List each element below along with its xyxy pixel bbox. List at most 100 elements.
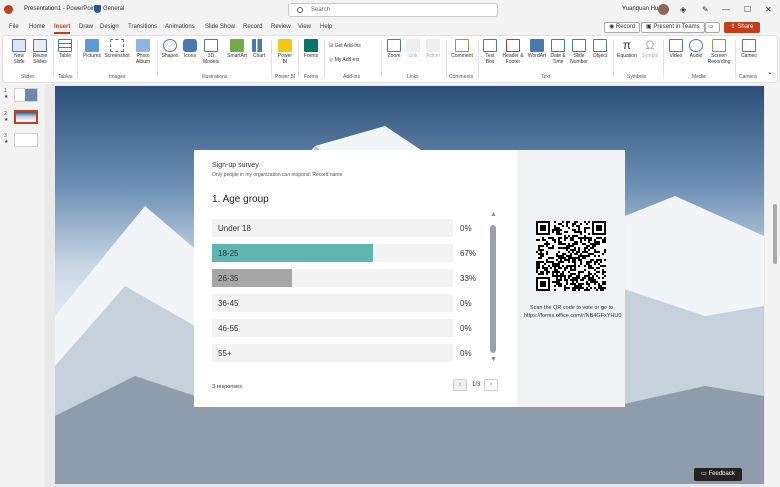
tab-review[interactable]: Review	[271, 24, 291, 30]
scroll-up-icon[interactable]: ▲	[490, 211, 497, 218]
survey-subtitle: Only people in my organization can respo…	[212, 172, 343, 178]
group-label: Images	[109, 74, 126, 80]
chart-button[interactable]: Chart	[250, 39, 268, 59]
group-label: Illustrations	[202, 74, 228, 80]
screen-recording-button[interactable]: Screen Recording	[706, 39, 732, 65]
search-box[interactable]: Search	[288, 3, 498, 17]
pictures-button[interactable]: Pictures	[81, 39, 103, 59]
slide-thumbnail-2[interactable]	[14, 110, 38, 124]
avatar[interactable]	[658, 4, 669, 15]
divider	[478, 40, 479, 78]
divider	[381, 40, 382, 78]
forms-button[interactable]: Forms	[301, 39, 321, 59]
tab-draw[interactable]: Draw	[79, 24, 93, 30]
comments-icon[interactable]: ▭	[705, 22, 720, 33]
scrollbar[interactable]	[490, 225, 496, 353]
present-in-teams-button[interactable]: ▣ Present in Teams	[641, 22, 705, 33]
sensitivity-label[interactable]: General	[103, 6, 124, 12]
new-slide-button[interactable]: New Slide	[9, 39, 29, 65]
search-placeholder: Search	[311, 7, 331, 13]
cameo-label: Cameo	[740, 53, 758, 59]
group-label: Camera	[739, 74, 757, 80]
slide-thumbnail-1[interactable]	[14, 88, 38, 102]
tab-insert[interactable]: Insert	[54, 24, 70, 30]
photo-album-button[interactable]: Photo Album	[132, 39, 154, 65]
shapes-label: Shapes	[161, 53, 179, 59]
video-label: Video	[669, 53, 683, 59]
header-footer-button[interactable]: Header & Footer	[501, 39, 525, 65]
photo-album-label: Photo Album	[135, 53, 151, 65]
previous-page-button[interactable]: ‹	[453, 379, 467, 391]
reuse-slides-label: Reuse Slides	[32, 53, 48, 65]
video-icon	[669, 39, 683, 52]
powerpoint-logo-icon	[4, 5, 13, 14]
option-row: Under 18	[212, 219, 453, 237]
table-button[interactable]: Table	[56, 39, 74, 59]
tab-animations[interactable]: Animations	[165, 24, 195, 30]
forms-poll-card[interactable]: Sign-up survey Only people in my organiz…	[194, 150, 625, 407]
chart-icon	[252, 39, 266, 52]
symbol-icon: Ω	[645, 38, 655, 52]
link-button[interactable]: Link	[405, 39, 421, 59]
tab-home[interactable]: Home	[29, 24, 45, 30]
tab-transitions[interactable]: Transitions	[128, 24, 157, 30]
maximize-button[interactable]: ☐	[744, 5, 751, 15]
user-name[interactable]: Yuanquan Hu	[622, 6, 658, 12]
close-button[interactable]: ✕	[765, 5, 772, 15]
power-bi-button[interactable]: Power BI	[275, 39, 295, 65]
next-page-button[interactable]: ›	[484, 379, 498, 391]
pen-icon[interactable]: ✎	[702, 5, 709, 15]
screenshot-button[interactable]: Screenshot	[104, 39, 130, 59]
feedback-button[interactable]: ▭ Feedback	[694, 468, 742, 481]
comment-label: Comment	[451, 53, 473, 59]
zoom-icon	[387, 39, 401, 52]
option-row: 46-55	[212, 319, 453, 337]
vertical-scrollbar[interactable]	[770, 84, 780, 487]
object-button[interactable]: Object	[590, 39, 610, 59]
scrollbar-thumb[interactable]	[773, 204, 777, 264]
tab-slide-show[interactable]: Slide Show	[205, 24, 235, 30]
tab-view[interactable]: View	[298, 24, 311, 30]
my-addins-label: My Add-ins	[334, 57, 360, 63]
header-footer-label: Header & Footer	[502, 53, 524, 65]
record-button[interactable]: ◉ Record	[604, 22, 641, 33]
copilot-icon[interactable]: ◈	[680, 5, 686, 15]
3d-models-button[interactable]: 3D Models	[200, 39, 222, 65]
object-icon	[593, 39, 607, 52]
option-percent: 0%	[460, 349, 472, 358]
wordart-button[interactable]: WordArt	[526, 39, 548, 59]
slide-thumbnail-3[interactable]	[14, 133, 38, 147]
cameo-button[interactable]: Cameo	[739, 39, 759, 59]
zoom-button[interactable]: Zoom	[385, 39, 403, 59]
comment-button[interactable]: Comment	[449, 39, 475, 59]
tab-design[interactable]: Design	[100, 24, 119, 30]
action-button[interactable]: Action	[423, 39, 443, 59]
ribbon: New Slide Reuse Slides Table Pictures Sc…	[2, 35, 778, 83]
smartart-button[interactable]: SmartArt	[225, 39, 249, 59]
icons-button[interactable]: Icons	[181, 39, 199, 59]
divider	[446, 40, 447, 78]
video-button[interactable]: Video	[667, 39, 685, 59]
power-bi-icon	[278, 39, 292, 52]
title-bar: Presentation1 - PowerPoint General Searc…	[0, 0, 780, 20]
tab-file[interactable]: File	[9, 24, 19, 30]
audio-button[interactable]: Audio	[687, 39, 705, 59]
symbol-button[interactable]: Ω Symbol	[640, 38, 660, 60]
get-addins-button[interactable]: ⊞ Get Add-ins	[329, 43, 361, 49]
slide-number-button[interactable]: Slide Number	[569, 39, 589, 65]
date-time-button[interactable]: Date & Time	[549, 39, 567, 65]
icons-icon	[183, 39, 197, 52]
minimize-button[interactable]: —	[722, 5, 730, 15]
document-title: Presentation1 - PowerPoint	[24, 6, 98, 12]
tab-record[interactable]: Record	[243, 24, 262, 30]
ribbon-collapse-icon[interactable]: ⌄	[767, 69, 773, 76]
reuse-slides-button[interactable]: Reuse Slides	[30, 39, 50, 65]
header-footer-icon	[506, 39, 520, 52]
scroll-down-icon[interactable]: ▼	[490, 356, 497, 363]
tab-help[interactable]: Help	[320, 24, 332, 30]
text-box-button[interactable]: Text Box	[481, 39, 499, 65]
my-addins-button[interactable]: ◎ My Add-ins	[329, 57, 360, 63]
equation-button[interactable]: π Equation	[616, 39, 638, 60]
shapes-button[interactable]: Shapes	[160, 39, 180, 59]
share-button[interactable]: ⇪ Share	[724, 22, 760, 33]
